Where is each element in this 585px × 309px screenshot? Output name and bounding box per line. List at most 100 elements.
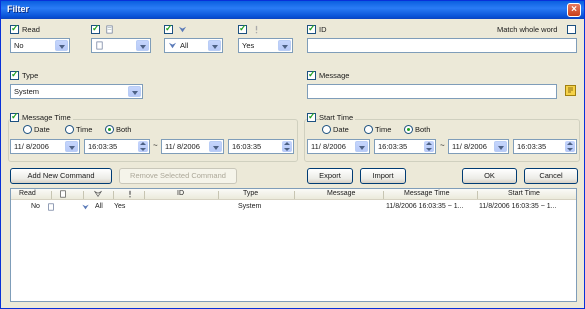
message-time-to-date[interactable]: 11/ 8/2006 (161, 139, 224, 154)
match-whole-word-label: Match whole word (497, 25, 558, 34)
chevron-down-icon[interactable] (355, 141, 368, 152)
import-button[interactable]: Import (360, 168, 406, 184)
attachment-icon (106, 25, 113, 34)
importance-icon[interactable] (126, 190, 134, 198)
read-combo[interactable]: No (10, 38, 70, 53)
id-checkbox[interactable] (307, 23, 316, 34)
column-separator (383, 191, 384, 199)
column-separator (113, 191, 114, 199)
importance-value: Yes (242, 41, 255, 50)
spin-arrows-icon[interactable] (138, 141, 148, 152)
range-dash: ~ (440, 141, 445, 150)
start-time-checkbox[interactable] (307, 111, 316, 122)
close-button[interactable]: × (567, 3, 581, 17)
range-dash: ~ (153, 141, 158, 150)
flag-combo[interactable]: All (164, 38, 223, 53)
col-start-time[interactable]: Start Time (508, 190, 540, 197)
column-separator (218, 191, 219, 199)
chevron-down-icon[interactable] (208, 40, 221, 51)
cell-flag: All (95, 203, 103, 210)
col-message[interactable]: Message (327, 190, 355, 197)
cell-read: No (31, 203, 40, 210)
attachment-icon (48, 203, 54, 211)
remove-selected-command-button[interactable]: Remove Selected Command (119, 168, 237, 184)
type-combo[interactable]: System (10, 84, 143, 99)
message-time-time-radio[interactable] (65, 125, 74, 134)
start-time-both-radio[interactable] (404, 125, 413, 134)
chevron-down-icon[interactable] (128, 86, 141, 97)
start-time-label: Start Time (319, 113, 356, 122)
id-field[interactable] (307, 38, 577, 53)
command-list[interactable]: Read ID Type Message Message Time Start … (10, 188, 577, 302)
col-type[interactable]: Type (243, 190, 258, 197)
attachment-icon[interactable] (59, 190, 67, 198)
flag-icon (82, 204, 89, 210)
importance-checkbox[interactable] (238, 23, 247, 34)
start-time-date-radio[interactable] (322, 125, 331, 134)
message-time-checkbox[interactable] (10, 111, 19, 122)
chevron-down-icon[interactable] (209, 141, 222, 152)
start-time-to-date[interactable]: 11/ 8/2006 (448, 139, 509, 154)
spin-arrows-icon[interactable] (424, 141, 434, 152)
id-label: ID (319, 25, 327, 34)
start-time-time-label: Time (375, 125, 392, 134)
message-checkbox[interactable] (307, 69, 316, 80)
cell-importance: Yes (114, 203, 126, 210)
column-separator (477, 191, 478, 199)
filter-dialog: Filter × Read No All Yes ID Match whole … (0, 0, 585, 309)
cancel-button[interactable]: Cancel (524, 168, 578, 184)
flag-icon[interactable] (94, 190, 102, 198)
start-time-from-date[interactable]: 11/ 8/2006 (307, 139, 370, 154)
message-time-time-label: Time (76, 125, 93, 134)
chevron-down-icon[interactable] (136, 40, 149, 51)
cell-start-time: 11/8/2006 16:03:35 ~ 1... (479, 203, 557, 210)
message-time-both-label: Both (116, 125, 132, 134)
col-read[interactable]: Read (19, 190, 36, 197)
start-time-time-radio[interactable] (364, 125, 373, 134)
spin-arrows-icon[interactable] (282, 141, 292, 152)
type-value: System (14, 87, 40, 96)
message-time-date-radio[interactable] (23, 125, 32, 134)
message-time-both-radio[interactable] (105, 125, 114, 134)
spin-arrows-icon[interactable] (565, 141, 575, 152)
ok-button[interactable]: OK (462, 168, 517, 184)
read-checkbox[interactable] (10, 23, 19, 34)
attachment-checkbox[interactable] (91, 23, 100, 34)
attachment-icon (96, 41, 103, 50)
message-time-from-time[interactable]: 16:03:35 (84, 139, 150, 154)
flag-icon (178, 26, 187, 33)
export-button[interactable]: Export (307, 168, 353, 184)
table-header: Read ID Type Message Message Time Start … (11, 189, 576, 200)
message-time-to-time[interactable]: 16:03:35 (228, 139, 294, 154)
start-time-from-time[interactable]: 16:03:35 (374, 139, 436, 154)
start-time-to-time[interactable]: 16:03:35 (513, 139, 577, 154)
flag-value: All (180, 41, 189, 50)
read-label: Read (22, 25, 40, 34)
add-new-command-button[interactable]: Add New Command (10, 168, 112, 184)
flag-checkbox[interactable] (164, 23, 173, 34)
col-message-time[interactable]: Message Time (404, 190, 450, 197)
column-separator (294, 191, 295, 199)
read-value: No (14, 41, 24, 50)
chevron-down-icon[interactable] (65, 141, 78, 152)
col-id[interactable]: ID (177, 190, 184, 197)
attachment-combo[interactable] (91, 38, 151, 53)
match-whole-word-checkbox[interactable] (567, 25, 576, 34)
chevron-down-icon[interactable] (278, 40, 291, 51)
chevron-down-icon[interactable] (494, 141, 507, 152)
start-time-date-label: Date (333, 125, 349, 134)
start-time-both-label: Both (415, 125, 431, 134)
flag-icon (168, 42, 177, 49)
type-checkbox[interactable] (10, 69, 19, 80)
type-label: Type (22, 71, 39, 80)
title-bar[interactable]: Filter × (1, 1, 584, 19)
message-editor-icon[interactable] (565, 85, 576, 96)
window-title: Filter (7, 4, 30, 14)
column-separator (51, 191, 52, 199)
chevron-down-icon[interactable] (55, 40, 68, 51)
message-time-from-date[interactable]: 11/ 8/2006 (10, 139, 80, 154)
importance-combo[interactable]: Yes (238, 38, 293, 53)
message-field[interactable] (307, 84, 557, 99)
message-time-label: Message Time (22, 113, 73, 122)
importance-icon (255, 25, 258, 34)
